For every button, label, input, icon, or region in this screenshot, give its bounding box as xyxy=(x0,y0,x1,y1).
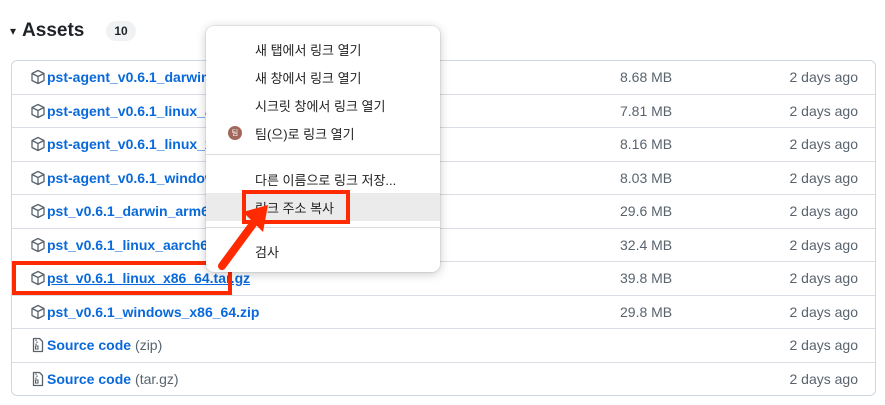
annotation-arrow xyxy=(218,205,268,270)
